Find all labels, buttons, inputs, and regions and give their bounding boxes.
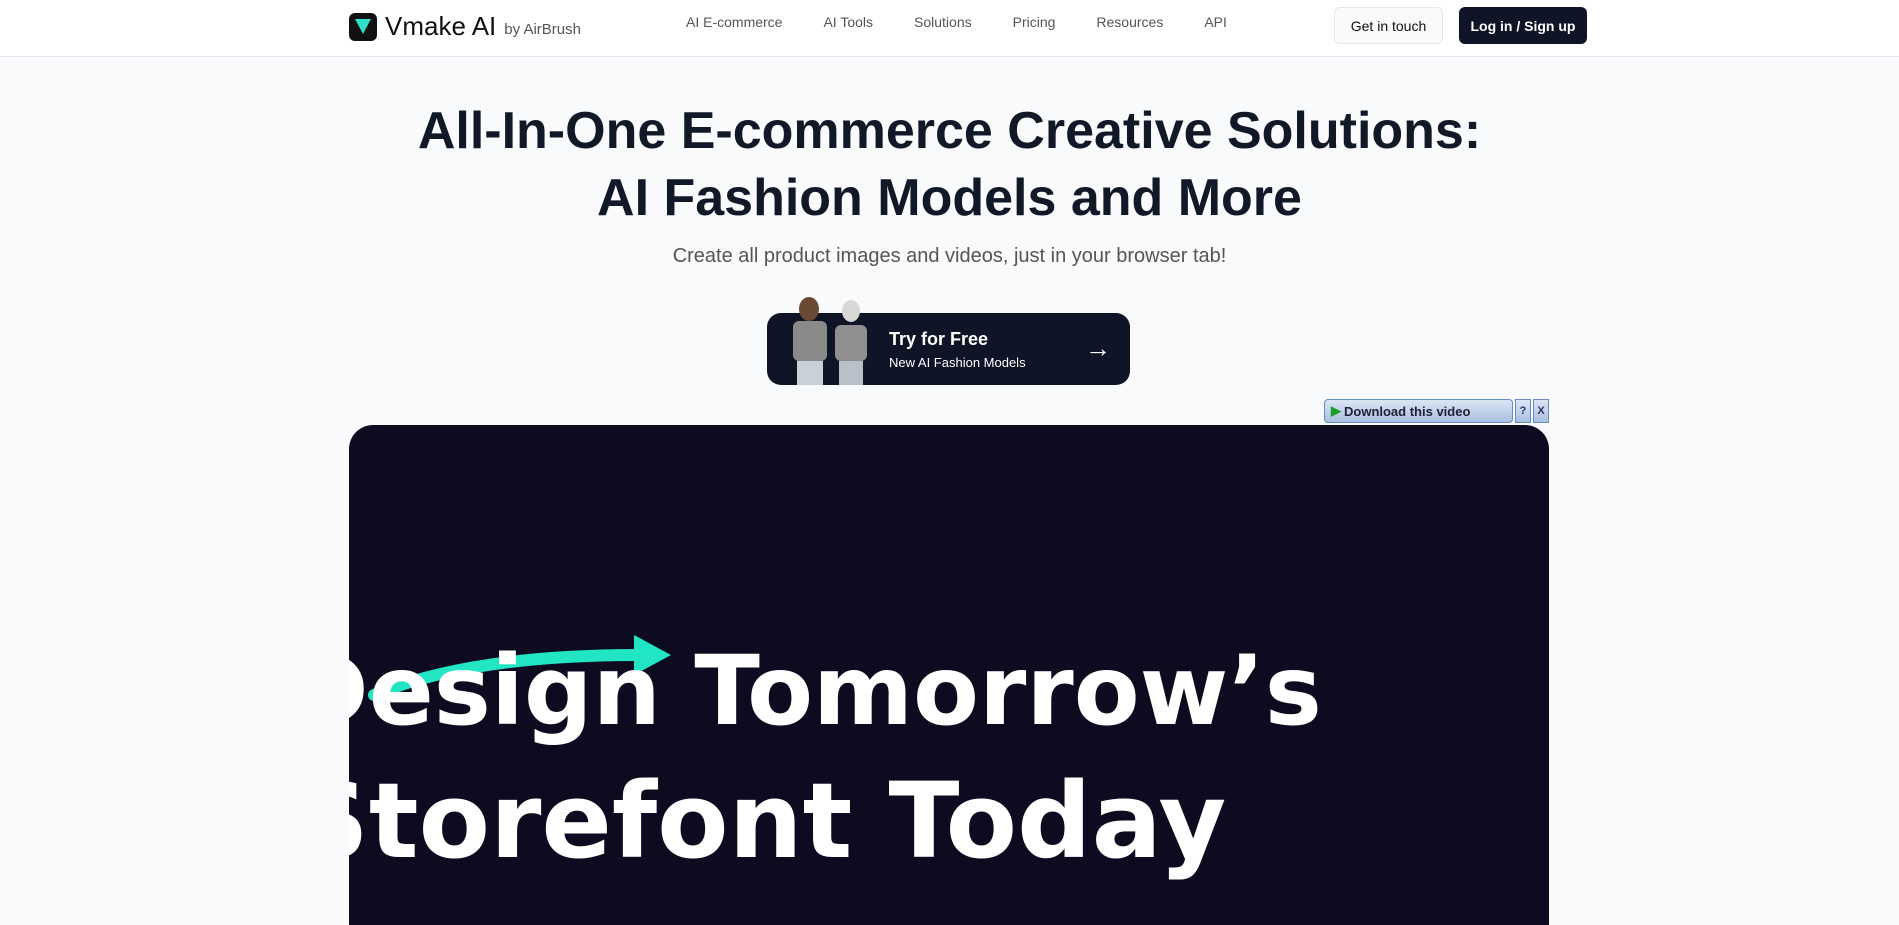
arrow-right-icon: → bbox=[1085, 333, 1111, 363]
logo[interactable]: Vmake AI by AirBrush bbox=[349, 11, 581, 41]
page-title: All-In-One E-commerce Creative Solutions… bbox=[0, 98, 1899, 232]
subtitle: Create all product images and videos, ju… bbox=[672, 245, 1227, 267]
nav-ai-ecommerce[interactable]: AI E-commerce bbox=[686, 14, 782, 30]
top-nav: Vmake AI by AirBrush AI E-commerce AI To… bbox=[0, 0, 1899, 57]
nav-solutions[interactable]: Solutions bbox=[914, 14, 972, 30]
download-video-button[interactable]: ▶ Download this video bbox=[1324, 399, 1513, 423]
close-icon[interactable]: X bbox=[1533, 399, 1549, 423]
nav-menu: AI E-commerce AI Tools Solutions Pricing… bbox=[686, 14, 1268, 30]
download-video-bar: ▶ Download this video ? X bbox=[1324, 399, 1549, 423]
help-icon[interactable]: ? bbox=[1515, 399, 1531, 423]
logo-icon bbox=[349, 13, 377, 41]
nav-resources[interactable]: Resources bbox=[1096, 14, 1163, 30]
nav-api[interactable]: API bbox=[1204, 14, 1227, 30]
brand-name: Vmake AI bbox=[385, 11, 497, 41]
cta-subtitle: New AI Fashion Models bbox=[889, 355, 1026, 370]
login-signup-button[interactable]: Log in / Sign up bbox=[1459, 7, 1587, 44]
get-in-touch-button[interactable]: Get in touch bbox=[1334, 7, 1443, 44]
download-label: Download this video bbox=[1344, 403, 1471, 419]
play-icon: ▶ bbox=[1331, 403, 1341, 418]
title-line-2: AI Fashion Models and More bbox=[597, 169, 1302, 227]
try-for-free-button[interactable]: Try for Free New AI Fashion Models → bbox=[767, 297, 1130, 385]
nav-ai-tools[interactable]: AI Tools bbox=[823, 14, 873, 30]
title-line-1: All-In-One E-commerce Creative Solutions… bbox=[417, 102, 1482, 160]
hero-video[interactable]: Design Tomorrow’s Storefont Today bbox=[349, 425, 1549, 925]
nav-pricing[interactable]: Pricing bbox=[1013, 14, 1056, 30]
cta-title: Try for Free bbox=[889, 329, 989, 349]
brand-by: by AirBrush bbox=[504, 21, 581, 38]
video-text-line-1: Design Tomorrow’s bbox=[349, 635, 1322, 747]
fashion-models-image bbox=[793, 297, 867, 385]
video-text-line-2: Storefont Today bbox=[349, 760, 1227, 882]
